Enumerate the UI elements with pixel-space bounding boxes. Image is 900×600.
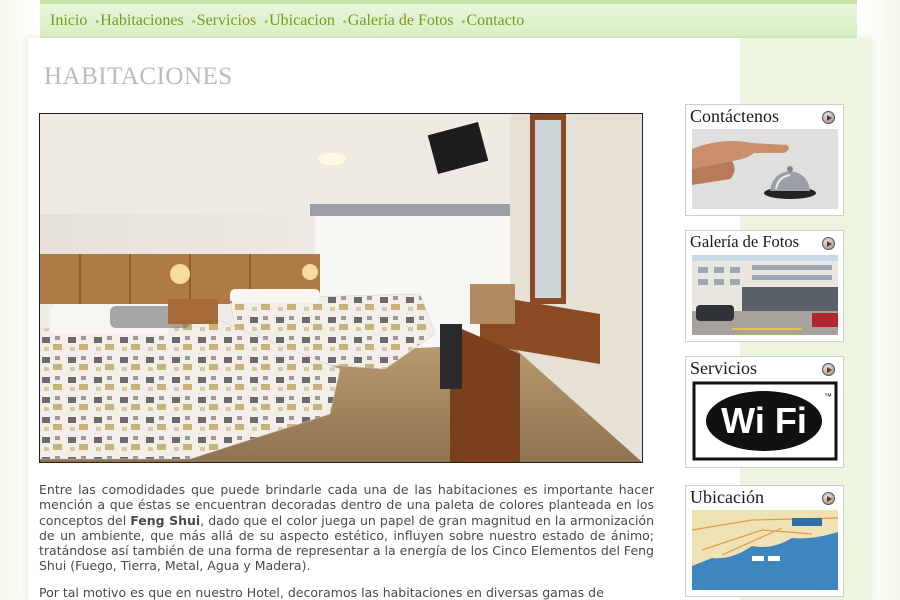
nav-item-servicios[interactable]: ▪Servicios: [192, 12, 256, 30]
wifi-icon: Wi Fi ™: [692, 381, 838, 461]
location-map-image: [692, 510, 838, 590]
nav-label: Habitaciones: [100, 11, 184, 29]
arrow-right-icon: [822, 492, 835, 505]
nav-item-ubicacion[interactable]: ▪Ubicacion: [264, 12, 335, 30]
location-card[interactable]: Ubicación: [685, 485, 844, 597]
card-title: Servicios: [690, 358, 757, 378]
services-card[interactable]: Servicios Wi Fi ™: [685, 356, 844, 468]
bullet-icon: ▪: [95, 15, 100, 28]
room-photo: [39, 113, 643, 463]
arrow-right-icon: [822, 363, 835, 376]
bell-image: [692, 129, 838, 209]
contact-card[interactable]: Contáctenos: [685, 104, 844, 216]
bullet-icon: ▪: [461, 15, 466, 28]
gallery-card[interactable]: Galería de Fotos: [685, 230, 844, 342]
feng-shui-bold: Feng Shui: [130, 512, 201, 528]
nav-item-contacto[interactable]: ▪Contacto: [462, 12, 525, 30]
arrow-right-icon: [822, 111, 835, 124]
bullet-icon: ▪: [342, 15, 347, 28]
arrow-right-icon: [822, 237, 835, 250]
trademark-symbol: ™: [824, 392, 832, 401]
hotel-building-icon: [692, 255, 838, 335]
service-bell-icon: [692, 129, 838, 209]
nav-label: Contacto: [466, 11, 525, 29]
wifi-text: Wi Fi: [721, 400, 807, 441]
description-paragraph-2: Por tal motivo es que en nuestro Hotel, …: [39, 585, 604, 600]
nav-label: Servicios: [196, 11, 257, 29]
page-title: HABITACIONES: [44, 63, 233, 90]
card-title: Ubicación: [690, 487, 764, 507]
map-icon: [692, 510, 838, 590]
nav-item-habitaciones[interactable]: ▪Habitaciones: [95, 12, 183, 30]
card-title: Galería de Fotos: [690, 232, 800, 251]
hotel-facade-image: [692, 255, 838, 335]
content-panel: HABITACIONES Entre las comodidades que p…: [28, 38, 870, 600]
room-illustration: [40, 114, 642, 462]
card-title: Contáctenos: [690, 106, 779, 126]
bullet-icon: ▪: [264, 15, 269, 28]
nav-item-galeria[interactable]: ▪Galería de Fotos: [343, 12, 454, 30]
nav-label: Inicio: [50, 11, 88, 29]
description-paragraph: Entre las comodidades que puede brindarl…: [39, 482, 654, 574]
main-nav: Inicio ▪Habitaciones ▪Servicios ▪Ubicaci…: [40, 0, 857, 38]
nav-label: Galería de Fotos: [347, 11, 454, 29]
wifi-logo-image: Wi Fi ™: [692, 381, 838, 461]
bullet-icon: ▪: [191, 15, 196, 28]
nav-item-inicio[interactable]: Inicio: [50, 12, 87, 30]
nav-label: Ubicacion: [269, 11, 335, 29]
